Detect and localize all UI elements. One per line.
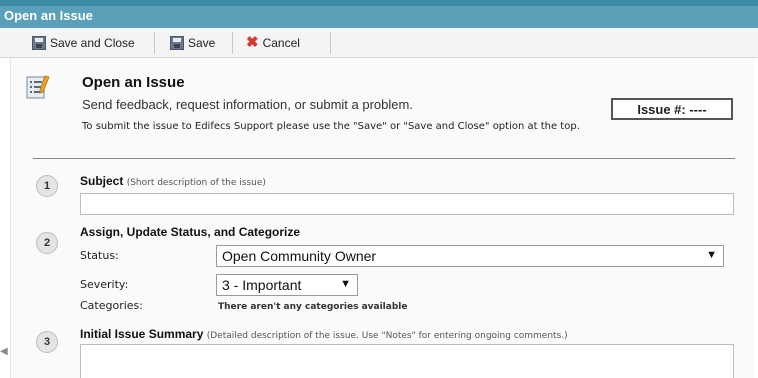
cancel-label: Cancel xyxy=(262,36,300,50)
list-pencil-icon xyxy=(26,75,50,99)
step-number-1: 1 xyxy=(36,175,58,197)
save-and-close-label: Save and Close xyxy=(50,36,135,50)
toolbar-separator xyxy=(330,32,331,54)
cancel-button[interactable]: ✖ Cancel xyxy=(246,33,300,53)
severity-value: 3 - Important xyxy=(222,277,302,293)
save-and-close-button[interactable]: Save and Close xyxy=(32,33,135,53)
dropdown-arrow-icon: ▼ xyxy=(340,278,351,290)
floppy-disk-icon xyxy=(170,36,184,50)
submission-note: To submit the issue to Edifecs Support p… xyxy=(82,121,580,132)
categories-empty-message: There aren't any categories available xyxy=(218,302,408,312)
subject-hint: (Short description of the issue) xyxy=(126,178,266,188)
categories-label: Categories: xyxy=(80,299,143,312)
dropdown-arrow-icon: ▼ xyxy=(706,249,717,261)
collapse-handle-icon[interactable]: ◀ xyxy=(0,346,8,364)
summary-hint: (Detailed description of the issue. Use … xyxy=(206,331,568,341)
cancel-x-icon: ✖ xyxy=(246,34,259,51)
page-subtitle: Send feedback, request information, or s… xyxy=(82,97,413,112)
summary-heading: Initial Issue Summary (Detailed descript… xyxy=(80,327,568,341)
severity-label: Severity: xyxy=(80,278,129,291)
status-select[interactable]: Open Community Owner ▼ xyxy=(216,245,724,267)
status-value: Open Community Owner xyxy=(222,248,377,264)
toolbar: Save and Close Save ✖ Cancel xyxy=(0,28,758,58)
save-label: Save xyxy=(188,36,216,50)
subject-input[interactable] xyxy=(80,193,734,215)
toolbar-separator xyxy=(232,32,233,54)
issue-number-badge: Issue #: ---- xyxy=(611,98,733,120)
window-title: Open an Issue xyxy=(4,8,93,23)
step-number-2: 2 xyxy=(36,232,58,254)
summary-title: Initial Issue Summary xyxy=(80,327,204,341)
floppy-disk-icon xyxy=(32,36,46,50)
step-number-3: 3 xyxy=(36,331,58,353)
toolbar-separator xyxy=(154,32,155,54)
severity-select[interactable]: 3 - Important ▼ xyxy=(216,274,358,296)
page-title: Open an Issue xyxy=(82,74,185,91)
window-titlebar: Open an Issue xyxy=(0,0,758,28)
summary-textarea[interactable] xyxy=(80,344,734,378)
status-label: Status: xyxy=(80,249,119,262)
save-button[interactable]: Save xyxy=(170,33,215,53)
subject-title: Subject xyxy=(80,174,124,188)
assign-heading: Assign, Update Status, and Categorize xyxy=(80,225,301,239)
header-divider xyxy=(33,158,735,159)
subject-heading: Subject (Short description of the issue) xyxy=(80,174,266,188)
